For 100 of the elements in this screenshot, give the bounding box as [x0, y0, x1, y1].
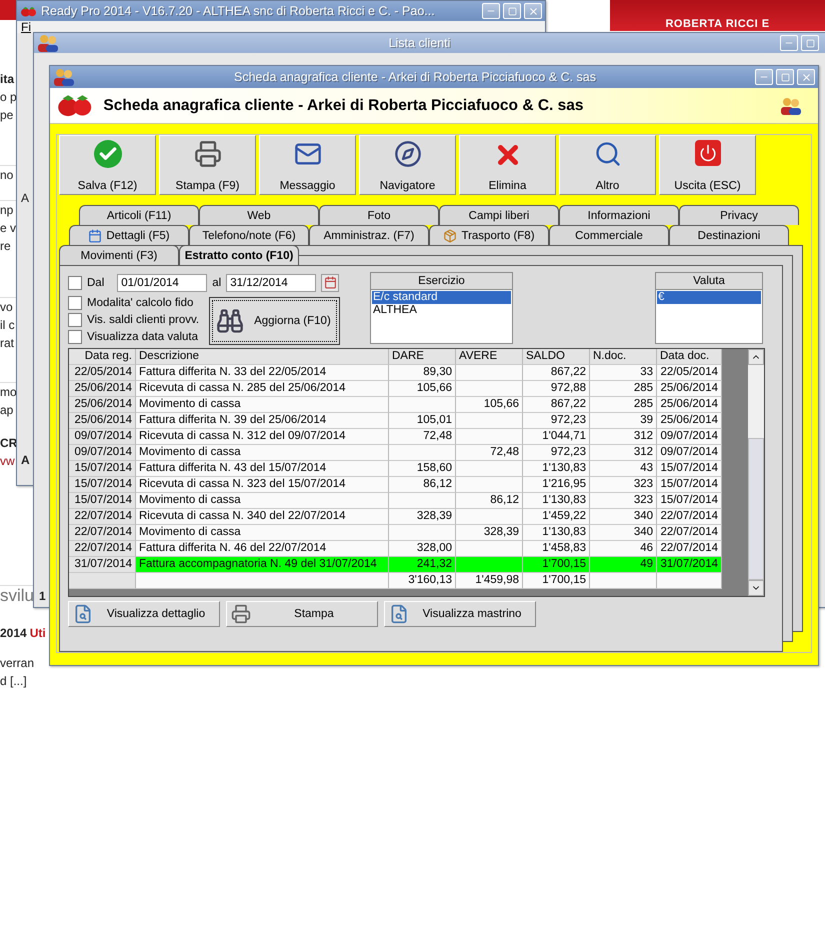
table-cell: 43 — [590, 461, 657, 477]
table-cell: 340 — [590, 509, 657, 525]
table-cell: 1'130,83 — [523, 525, 590, 541]
link-fragment[interactable]: vw — [0, 452, 15, 470]
table-cell: 25/06/2014 — [69, 397, 136, 413]
close-button[interactable] — [797, 69, 815, 85]
table-cell — [590, 573, 657, 589]
toolbar-button[interactable]: Messaggio — [259, 135, 356, 195]
printer-icon — [194, 140, 222, 168]
scrollbar[interactable] — [748, 349, 764, 596]
refresh-button[interactable]: Aggiorna (F10) — [209, 297, 340, 345]
table-cell: 25/06/2014 — [657, 397, 722, 413]
toolbar-button[interactable]: Uscita (ESC) — [659, 135, 756, 195]
table-cell: 09/07/2014 — [657, 445, 722, 461]
field-label: al — [212, 276, 222, 288]
tab[interactable]: Commerciale — [549, 225, 669, 245]
table-cell: 972,23 — [523, 445, 590, 461]
tab[interactable]: Movimenti (F3) — [59, 245, 179, 265]
table-cell: 312 — [590, 445, 657, 461]
tab[interactable]: Dettagli (F5) — [69, 225, 189, 245]
tab[interactable]: Trasporto (F8) — [429, 225, 549, 245]
table-cell: 22/05/2014 — [69, 365, 136, 381]
text-fragment: e v — [0, 220, 16, 237]
text-fragment: mo — [0, 384, 17, 401]
table-cell: 1'216,95 — [523, 477, 590, 493]
scroll-up-button[interactable] — [748, 349, 764, 365]
maximize-button[interactable] — [776, 69, 794, 85]
table-cell: 25/06/2014 — [69, 413, 136, 429]
card-heading: Scheda anagrafica cliente - Arkei di Roberta Picciafuoco & C. sas — [103, 96, 584, 114]
table-cell: 312 — [590, 429, 657, 445]
binoculars-icon — [216, 307, 244, 335]
tab[interactable]: Foto — [319, 205, 439, 225]
table-cell: 241,32 — [389, 557, 456, 573]
maximize-icon — [806, 38, 814, 48]
minimize-button[interactable] — [482, 3, 500, 19]
table-cell: 25/06/2014 — [69, 381, 136, 397]
table-cell — [456, 365, 523, 381]
tab[interactable]: Estratto conto (F10) — [179, 245, 299, 265]
close-button[interactable] — [524, 3, 542, 19]
table-cell: 328,39 — [456, 525, 523, 541]
tab[interactable]: Telefono/note (F6) — [189, 225, 309, 245]
table-cell — [456, 429, 523, 445]
tab[interactable]: Informazioni — [559, 205, 679, 225]
scroll-down-button[interactable] — [748, 580, 764, 596]
date-field[interactable]: 31/12/2014 — [226, 274, 316, 292]
table-cell: 22/07/2014 — [69, 525, 136, 541]
maximize-icon — [508, 6, 516, 16]
table-cell: 328,39 — [389, 509, 456, 525]
table-cell: 15/07/2014 — [69, 493, 136, 509]
table-cell: 323 — [590, 493, 657, 509]
list-item[interactable]: € — [657, 291, 761, 304]
checkbox[interactable] — [68, 330, 82, 344]
text-fragment: ita — [0, 71, 14, 88]
list-header: Esercizio — [371, 273, 512, 290]
checkbox[interactable] — [68, 276, 82, 290]
list-item[interactable]: ALTHEA — [372, 304, 511, 317]
column-header: Data reg. — [69, 349, 136, 365]
tab[interactable]: Campi liberi — [439, 205, 559, 225]
table-cell: 72,48 — [456, 445, 523, 461]
table-cell — [456, 541, 523, 557]
action-button[interactable]: Stampa — [226, 601, 378, 627]
calendar-button[interactable] — [321, 274, 340, 292]
toolbar-button[interactable]: Navigatore — [359, 135, 456, 195]
table-cell: 1'700,15 — [523, 557, 590, 573]
tab[interactable]: Privacy — [679, 205, 799, 225]
minimize-button[interactable] — [780, 35, 798, 51]
tab[interactable]: Destinazioni — [669, 225, 789, 245]
list-item[interactable]: E/c standard — [372, 291, 511, 304]
toolbar-button[interactable]: Altro — [559, 135, 656, 195]
table-cell: 285 — [590, 397, 657, 413]
toolbar-button[interactable]: Stampa (F9) — [159, 135, 256, 195]
table-cell: Fattura differita N. 33 del 22/05/2014 — [136, 365, 389, 381]
toolbar-button[interactable]: Salva (F12) — [59, 135, 156, 195]
total-cell: 1'700,15 — [523, 573, 590, 589]
minimize-button[interactable] — [755, 69, 773, 85]
checkbox[interactable] — [68, 296, 82, 310]
table-cell — [389, 397, 456, 413]
tab[interactable]: Web — [199, 205, 319, 225]
table-cell: 1'130,83 — [523, 493, 590, 509]
maximize-button[interactable] — [503, 3, 521, 19]
people-icon — [37, 34, 59, 52]
search-icon — [594, 140, 622, 168]
scroll-thumb[interactable] — [748, 438, 764, 580]
tab[interactable]: Amministraz. (F7) — [309, 225, 429, 245]
table-cell: 72,48 — [389, 429, 456, 445]
table-cell — [657, 573, 722, 589]
strawberry-icon — [56, 93, 94, 118]
table-cell — [456, 557, 523, 573]
date-field[interactable]: 01/01/2014 — [117, 274, 208, 292]
table-cell: 1'459,22 — [523, 509, 590, 525]
toolbar-button[interactable]: Elimina — [459, 135, 556, 195]
text-fragment: pe — [0, 107, 14, 124]
menu-item[interactable]: Fi — [21, 21, 31, 33]
action-button[interactable]: Visualizza mastrino — [384, 601, 536, 627]
action-button[interactable]: Visualizza dettaglio — [68, 601, 220, 627]
table-cell: 86,12 — [456, 493, 523, 509]
tab[interactable]: Articoli (F11) — [79, 205, 199, 225]
checkbox[interactable] — [68, 312, 82, 326]
maximize-button[interactable] — [801, 35, 819, 51]
table-cell: Ricevuta di cassa N. 312 del 09/07/2014 — [136, 429, 389, 445]
